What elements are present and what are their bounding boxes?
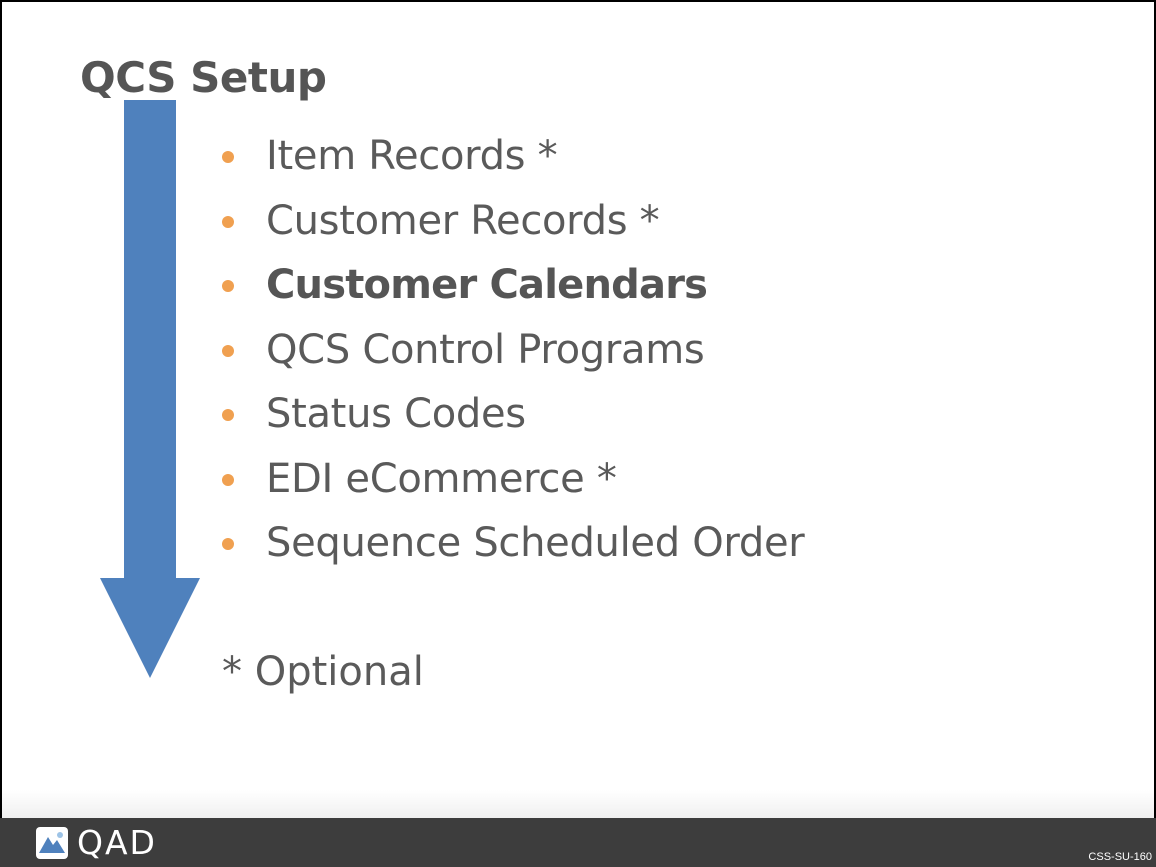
bullet-icon: [222, 215, 234, 228]
logo: QAD: [36, 824, 157, 862]
list-item-label: Sequence Scheduled Order: [266, 520, 805, 566]
optional-note: * Optional: [222, 649, 424, 695]
bullet-list: Item Records * Customer Records * Custom…: [222, 126, 805, 578]
list-item-label: Status Codes: [266, 391, 526, 437]
list-item-label: Customer Records *: [266, 197, 660, 244]
list-item-label: Customer Calendars: [266, 262, 708, 308]
list-item: Status Codes: [222, 384, 804, 449]
list-item: Sequence Scheduled Order: [222, 513, 805, 578]
list-item-label: QCS Control Programs: [266, 326, 705, 373]
slide-code: CSS-SU-160: [1088, 851, 1152, 863]
list-item-label: EDI eCommerce *: [266, 455, 617, 502]
bullet-icon: [222, 151, 234, 163]
list-item: EDI eCommerce *: [222, 449, 804, 514]
list-item-label: Item Records *: [266, 133, 558, 179]
logo-text: QAD: [77, 823, 157, 862]
bullet-icon: [222, 473, 234, 486]
list-item: Customer Records *: [222, 191, 804, 256]
bullet-icon: [222, 409, 234, 421]
footer-bar: QAD CSS-SU-160: [0, 818, 1156, 867]
bullet-icon: [222, 344, 234, 357]
qad-logo-icon: [36, 827, 68, 859]
list-item: Item Records *: [222, 126, 804, 191]
bottom-fade: [2, 790, 1154, 818]
bullet-icon: [222, 538, 234, 550]
list-item-highlighted: Customer Calendars: [222, 255, 804, 320]
slide: QCS Setup Item Records * Customer Record…: [0, 0, 1156, 867]
list-item: QCS Control Programs: [222, 320, 804, 385]
bullet-icon: [222, 280, 234, 292]
page-title: QCS Setup: [80, 53, 327, 102]
down-arrow-icon: [100, 100, 200, 678]
